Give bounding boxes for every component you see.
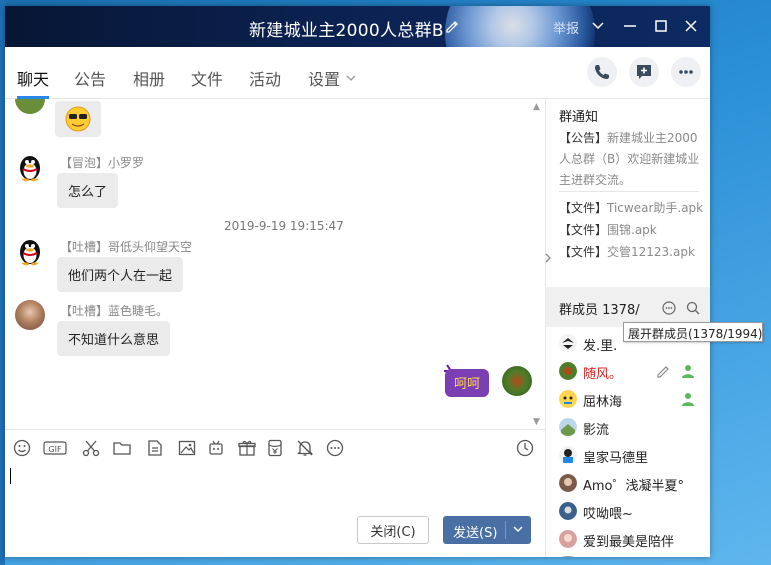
- member-item[interactable]: 皇家马德里: [559, 444, 709, 468]
- tab-files[interactable]: 文件: [191, 66, 223, 90]
- avatar[interactable]: [15, 99, 45, 114]
- edit-nickname-icon[interactable]: [655, 363, 671, 379]
- sticker-message[interactable]: 呵呵: [441, 361, 493, 401]
- minimize-button[interactable]: [621, 17, 639, 35]
- collapse-panel-chevron-icon[interactable]: [543, 251, 553, 265]
- phone-icon: [595, 65, 609, 79]
- admin-user-icon: [682, 393, 694, 406]
- message-sender: 【吐槽】蓝色睫毛。: [60, 304, 169, 318]
- chat-message-area[interactable]: ▲ 【冒泡】小罗罗 怎么了 2019-9-19 19:15:47 【吐槽】哥低头…: [5, 99, 545, 429]
- tab-announcement[interactable]: 公告: [74, 66, 106, 90]
- scroll-up-arrow[interactable]: ▲: [533, 102, 540, 112]
- member-avatar: [559, 502, 577, 520]
- sticker-text: 呵呵: [454, 377, 480, 392]
- text-caret: [10, 468, 11, 484]
- penguin-avatar[interactable]: [15, 152, 45, 182]
- red-packet-icon[interactable]: [265, 438, 285, 458]
- more-dots-icon: [679, 70, 693, 74]
- doc-icon[interactable]: [145, 438, 165, 458]
- tab-activity[interactable]: 活动: [249, 66, 281, 90]
- member-avatar: [559, 556, 577, 557]
- emoji-message[interactable]: [55, 101, 101, 137]
- voice-call-button[interactable]: [587, 57, 617, 87]
- close-button[interactable]: 关闭(C): [357, 516, 429, 544]
- message-bubble[interactable]: 不知道什么意思: [57, 321, 171, 356]
- tab-chat[interactable]: 聊天: [17, 66, 49, 90]
- member-avatar: [559, 362, 577, 380]
- member-avatar: [559, 334, 577, 352]
- expand-members-tooltip: 展开群成员(1378/1994): [623, 322, 763, 342]
- penguin-avatar[interactable]: [15, 236, 45, 266]
- send-button[interactable]: 发送(S): [443, 516, 531, 544]
- send-options-chevron-icon[interactable]: [511, 521, 525, 537]
- chat-input-divider: [5, 429, 545, 430]
- group-file-item[interactable]: 【文件】Ticwear助手.apk: [559, 199, 703, 216]
- notice-divider: [559, 191, 699, 192]
- member-avatar: [559, 446, 577, 464]
- message-sender: 【吐槽】哥低头仰望天空: [60, 240, 193, 254]
- shake-window-icon[interactable]: [206, 438, 226, 458]
- more-tools-icon[interactable]: [325, 438, 345, 458]
- group-file-item[interactable]: 【文件】围锦.apk: [559, 221, 657, 238]
- own-avatar[interactable]: [502, 366, 532, 396]
- member-avatar: [559, 390, 577, 408]
- history-clock-icon[interactable]: [515, 438, 535, 458]
- members-header[interactable]: 群成员 1378/: [546, 287, 710, 327]
- emoji-icon[interactable]: [12, 438, 32, 458]
- tab-settings[interactable]: 设置: [308, 66, 340, 90]
- scroll-down-arrow[interactable]: ▼: [533, 417, 540, 427]
- group-file-item[interactable]: 【文件】交管12123.apk: [559, 243, 695, 260]
- group-announcement[interactable]: 【公告】新建城业主2000人总群（B）欢迎新建城业主进群交流。: [559, 128, 704, 191]
- member-item[interactable]: Amo゜浅凝半夏°: [559, 472, 709, 496]
- members-count: 群成员 1378/: [559, 303, 640, 318]
- member-item[interactable]: 爱到最美是陪伴: [559, 528, 709, 552]
- svg-text:GIF: GIF: [48, 445, 62, 454]
- close-window-button[interactable]: [682, 17, 700, 35]
- qq-group-chat-window: 新建城业主2000人总群B 举报 聊天 公告 相册 文件 活动 设置 ▲ 【冒泡…: [5, 6, 710, 557]
- more-options-button[interactable]: [671, 57, 701, 87]
- admin-user-icon: [682, 365, 694, 378]
- message-bubble[interactable]: 他们两个人在一起: [57, 257, 184, 292]
- member-avatar: [559, 474, 577, 492]
- edit-title-icon[interactable]: [444, 18, 460, 34]
- settings-chevron-down-icon[interactable]: [345, 72, 357, 84]
- avatar[interactable]: [15, 300, 45, 330]
- image-icon[interactable]: [177, 438, 197, 458]
- window-title: 新建城业主2000人总群B: [249, 21, 444, 41]
- title-bar[interactable]: 新建城业主2000人总群B 举报: [5, 6, 710, 108]
- member-item[interactable]: 影流: [559, 416, 709, 440]
- member-avatar: [559, 530, 577, 548]
- member-avatar: [559, 418, 577, 436]
- tab-album[interactable]: 相册: [133, 66, 165, 90]
- tab-bar: 聊天 公告 相册 文件 活动 设置: [5, 47, 710, 99]
- member-item[interactable]: 哎呦喂~: [559, 500, 709, 524]
- member-item[interactable]: 屈林海: [559, 388, 709, 412]
- search-icon[interactable]: [685, 300, 701, 316]
- chat-plus-icon: [637, 65, 651, 79]
- message-input[interactable]: [5, 462, 545, 514]
- input-toolbar: GIF: [5, 434, 545, 462]
- member-item[interactable]: [559, 554, 709, 557]
- message-bubble[interactable]: 怎么了: [57, 173, 119, 208]
- member-item[interactable]: 随风。: [559, 360, 709, 384]
- group-notice-title: 群通知: [559, 110, 599, 125]
- maximize-button[interactable]: [652, 17, 670, 35]
- chevron-down-icon[interactable]: [589, 17, 607, 35]
- message-sender: 【冒泡】小罗罗: [60, 156, 145, 170]
- screenshot-scissors-icon[interactable]: [81, 438, 101, 458]
- mute-bell-icon[interactable]: [295, 438, 315, 458]
- message-timestamp: 2019-9-19 19:15:47: [224, 219, 344, 233]
- sunglasses-emoji-icon: [65, 106, 91, 132]
- gif-icon[interactable]: GIF: [43, 438, 67, 458]
- add-chat-button[interactable]: [629, 57, 659, 87]
- gift-icon[interactable]: [237, 438, 257, 458]
- member-chat-icon[interactable]: [661, 300, 677, 316]
- send-button-label: 发送(S): [453, 526, 498, 541]
- folder-icon[interactable]: [112, 438, 132, 458]
- send-split-divider: [505, 521, 506, 539]
- report-button[interactable]: 举报: [553, 18, 579, 37]
